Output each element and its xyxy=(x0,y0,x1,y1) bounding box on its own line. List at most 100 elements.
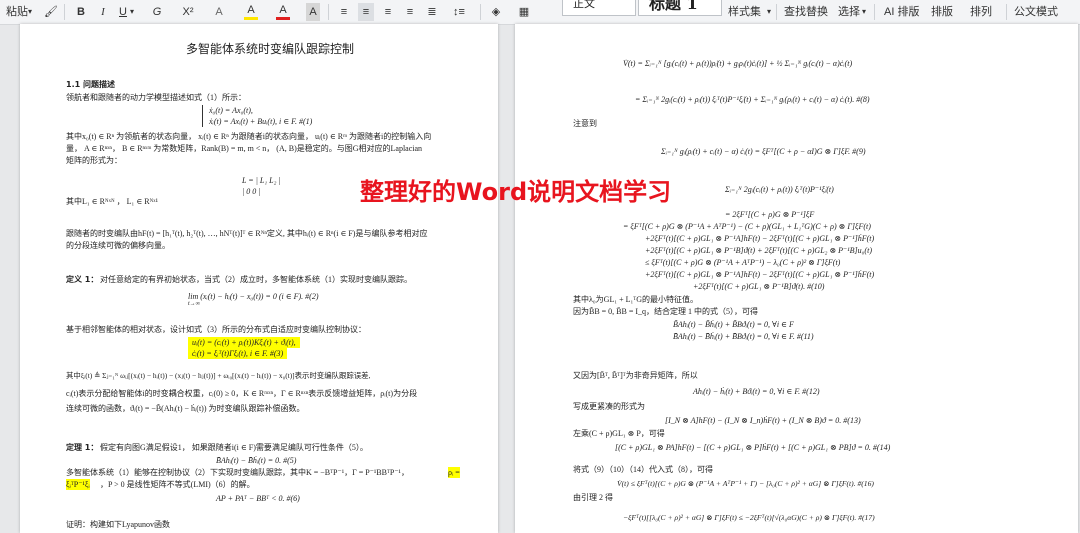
separator xyxy=(874,4,875,20)
chevron-down-icon[interactable]: ▾ xyxy=(862,3,866,21)
equation-6: AP + PAᵀ − BBᵀ < 0. #(6) xyxy=(216,494,300,503)
paragraph: 证明：构建如下Lyapunov函数 xyxy=(66,520,170,529)
equation-11a: B̃Ahᵢ(t) − B̃ḣᵢ(t) + B̃Bϑᵢ(t) = 0, ∀i ∈ … xyxy=(673,320,794,329)
format-painter-icon[interactable]: 🖌 xyxy=(44,3,58,21)
font-color-button[interactable]: A xyxy=(276,3,290,20)
equation-12: Ahᵢ(t) − ḣᵢ(t) + Bϑᵢ(t) = 0, ∀i ∈ F. #(1… xyxy=(693,387,820,396)
strikethrough-button[interactable]: G xyxy=(150,3,164,21)
paragraph: 跟随者的时变编队由hF(t) = [h₁ᵀ(t), h₂ᵀ(t), …, hNᵀ… xyxy=(66,229,428,238)
equation-16: V̇(t) ≤ ξFᵀ(t)[(C + ρ)G ⊗ (P⁻¹A + AᵀP⁻¹ … xyxy=(617,479,874,488)
laplacian-matrix: L = | L₁ L₂ | xyxy=(242,176,281,185)
character-shading-button[interactable]: A xyxy=(306,3,320,21)
text-effect-button[interactable]: A xyxy=(212,3,226,21)
paragraph: cᵢ(t)表示分配给智能体i的时变耦合权重，cᵢ(0) ≥ 0，K ∈ Rᵐˣⁿ… xyxy=(66,389,418,398)
equation-17: −ξFᵀ(t)[[λ₀(C + ρ)² + αG] ⊗ Γ]ξF(t) ≤ −2… xyxy=(623,513,875,522)
document-page-left[interactable]: 多智能体系统时变编队跟踪控制 1.1 问题描述 领航者和跟随者的动力学模型描述如… xyxy=(20,24,498,533)
laplacian-matrix-row2: | 0 0 | xyxy=(242,187,261,196)
paragraph: 因为B̃B = 0, B̄B = I_q，结合定理 1 中的式（5），可得 xyxy=(573,307,759,316)
italic-button[interactable]: I xyxy=(96,3,110,21)
definition-label: 定义 1： xyxy=(66,275,99,284)
paragraph: 的分段连续可微的偏移向量。 xyxy=(66,241,170,250)
paragraph: 写成更紧凑的形式为 xyxy=(573,402,645,411)
paragraph: 由引理 2 得 xyxy=(573,493,613,502)
equation-10b: = 2ξFᵀ[(C + ρ)G ⊗ P⁻¹]ξ̇F xyxy=(725,210,815,219)
select-button[interactable]: 选择 xyxy=(838,3,860,21)
style-normal[interactable]: 正文 xyxy=(562,0,636,16)
paragraph: 又因为[B̄ᵀ, B̃ᵀ]ᵀ为非奇异矩阵，所以 xyxy=(573,371,698,380)
paragraph: 量， A ∈ Rⁿˣⁿ， B ∈ Rⁿˣᵐ 为常数矩阵，Rank(B) = m,… xyxy=(66,144,423,153)
paste-dropdown-icon[interactable]: ▾ xyxy=(28,3,32,21)
layout-button[interactable]: 排版 xyxy=(931,3,953,21)
equation-10c: = ξFᵀ[(C + ρ)G ⊗ (P⁻¹A + AᵀP⁻¹) − (C + ρ… xyxy=(623,222,871,231)
equation-10d: +2ξFᵀ(t)[(C + ρ)GL₁ ⊗ P⁻¹A]hF(t) − 2ξFᵀ(… xyxy=(645,234,875,243)
paragraph: 其中λ₀为GL₁ + L₁ᵀG的最小特征值。 xyxy=(573,295,698,304)
underline-button[interactable]: U xyxy=(116,3,130,21)
chevron-down-icon[interactable]: ▾ xyxy=(767,3,771,21)
equation-5: B̄Ahᵢ(t) − B̄ḣᵢ(t) = 0. #(5) xyxy=(216,456,297,465)
style-set-button[interactable]: 样式集 xyxy=(728,3,761,21)
separator xyxy=(1006,4,1007,20)
paste-button[interactable]: 粘贴 xyxy=(6,3,28,21)
equation-3b: ċᵢ(t) = ξᵢᵀ(t)Γξᵢ(t), i ∈ F. #(3) xyxy=(188,348,288,359)
equation-10f: ≤ ξFᵀ(t)[(C + ρ)G ⊗ (P⁻¹A + AᵀP⁻¹) − λ₀(… xyxy=(645,258,841,267)
equation: V̇(t) = Σᵢ₌₁ᴺ [gᵢ(cᵢ(t) + ρᵢ(t))ρ̇ᵢ(t) +… xyxy=(623,59,853,68)
highlighted-text: ρᵢ = xyxy=(448,467,460,478)
distributed-align-button[interactable]: ≣ xyxy=(424,3,440,21)
document-title: 多智能体系统时变编队跟踪控制 xyxy=(186,42,355,56)
separator xyxy=(64,4,65,20)
equation-3a: uᵢ(t) = (cᵢ(t) + ρᵢ(t))Kξᵢ(t) + ϑᵢ(t), xyxy=(188,337,300,348)
paragraph: 其中ξᵢ(t) ≜ Σⱼ₌₁ᴺ ωᵢⱼ[(xᵢ(t) − hᵢ(t)) − (x… xyxy=(66,371,371,380)
line-spacing-button[interactable]: ↕≡ xyxy=(448,3,470,21)
equation-10h: +2ξFᵀ(t)[(C + ρ)GL₁ ⊗ P⁻¹B]ϑ(t). #(10) xyxy=(693,282,825,291)
formula-mode-button[interactable]: 公文模式 xyxy=(1014,3,1058,21)
highlighted-text: ξᵢᵀP⁻¹ξᵢ xyxy=(66,479,90,490)
equation-2: lim (xᵢ(t) − hᵢ(t) − x₀(t)) = 0 (i ∈ F).… xyxy=(188,292,319,301)
paragraph: 将式（9）（10）（14）代入式（8），可得 xyxy=(573,465,713,474)
highlight-button[interactable]: A xyxy=(244,3,258,20)
theorem-text: 假定有向图G满足假设1， 如果跟随者i(i ∈ F)需要满足编队可行性条件（5）… xyxy=(100,443,368,452)
equation-9: Σᵢ₌₁ᴺ gᵢ(ρᵢ(t) + cᵢ(t) − α) ċᵢ(t) = ξFᵀ[… xyxy=(661,147,866,156)
equation-14: [(C + ρ)GL₁ ⊗ PA]hF(t) − [(C + ρ)GL₁ ⊗ P… xyxy=(615,443,891,452)
separator xyxy=(328,4,329,20)
find-replace-button[interactable]: 查找替换 xyxy=(784,3,828,21)
superscript-button[interactable]: X² xyxy=(178,3,198,21)
arrange-button[interactable]: 排列 xyxy=(970,3,992,21)
document-page-right[interactable]: V̇(t) = Σᵢ₌₁ᴺ [gᵢ(cᵢ(t) + ρᵢ(t))ρ̇ᵢ(t) +… xyxy=(515,24,1078,533)
overlay-caption: 整理好的Word说明文档学习 xyxy=(360,178,672,206)
equation-1b: ẋᵢ(t) = Axᵢ(t) + Buᵢ(t), i ∈ F. #(1) xyxy=(202,116,312,127)
equation-10g: +2ξFᵀ(t)[(C + ρ)GL₁ ⊗ P⁻¹A]hF(t) − 2ξFᵀ(… xyxy=(645,270,875,279)
equation-10e: +2ξFᵀ(t)[(C + ρ)GL₁ ⊗ P⁻¹B]ϑ(t) + 2ξFᵀ(t… xyxy=(645,246,872,255)
justify-button[interactable]: ≡ xyxy=(402,3,418,21)
align-left-button[interactable]: ≡ xyxy=(336,3,352,21)
paragraph: 基于相邻智能体的相对状态，设计如式（3）所示的分布式自适应时变编队控制协议： xyxy=(66,325,366,334)
equation-11b: B̄Ahᵢ(t) − B̄ḣᵢ(t) + B̄Bϑᵢ(t) = 0, ∀i ∈ … xyxy=(673,332,814,341)
equation-10a: Σᵢ₌₁ᴺ 2gᵢ(cᵢ(t) + ρᵢ(t)) ξᵢᵀ(t)P⁻¹ξ̇ᵢ(t) xyxy=(725,185,834,194)
shading-icon[interactable]: ◈ xyxy=(488,3,504,21)
paragraph: 矩阵的形式为： xyxy=(66,156,122,165)
equation-13: [I_N ⊗ A]hF(t) − (I_N ⊗ I_n)ḣF(t) + (I_N… xyxy=(665,416,861,425)
paragraph: 注意到 xyxy=(573,119,597,128)
paragraph: 其中x₀(t) ∈ Rⁿ 为领航者的状态向量， xᵢ(t) ∈ Rⁿ 为跟随者i… xyxy=(66,132,432,141)
ai-layout-button[interactable]: AI 排版 xyxy=(884,3,919,21)
ribbon-toolbar: 粘贴 ▾ 🖌 B I U ▾ G X² A A A A ≡ ≡ ≡ ≡ ≣ ↕≡… xyxy=(0,0,1080,25)
separator xyxy=(776,4,777,20)
style-heading1[interactable]: 标题 1 xyxy=(638,0,722,16)
paragraph: 领航者和跟随者的动力学模型描述如式（1）所示： xyxy=(66,93,246,102)
bold-button[interactable]: B xyxy=(74,3,88,21)
definition-text: 对任意给定的有界初始状态，当式（2）成立时，多智能体系统（1）实现时变编队跟踪。 xyxy=(100,275,412,284)
paragraph: ，P > 0 是线性矩阵不等式(LMI)（6）的解。 xyxy=(100,480,255,489)
align-center-button[interactable]: ≡ xyxy=(358,3,374,21)
equation-2-subscript: t→∞ xyxy=(188,301,200,307)
paragraph: 多智能体系统（1）能够在控制协议（2）下实现时变编队跟踪，其中K = −BᵀP⁻… xyxy=(66,468,409,477)
align-right-button[interactable]: ≡ xyxy=(380,3,396,21)
theorem-label: 定理 1： xyxy=(66,443,99,452)
borders-icon[interactable]: ▦ xyxy=(516,3,532,21)
paragraph: 连续可微的函数，ϑᵢ(t) = −B̃(Ahᵢ(t) − ḣᵢ(t)) 为时变编… xyxy=(66,404,305,413)
paragraph: 其中L₁ ∈ Rᴺˣᴺ ， L₁ ∈ Rᴺˣ¹ xyxy=(66,197,158,206)
separator xyxy=(480,4,481,20)
underline-dropdown-icon[interactable]: ▾ xyxy=(130,3,134,21)
equation-8: = Σᵢ₌₁ᴺ 2gᵢ(cᵢ(t) + ρᵢ(t)) ξᵢᵀ(t)P⁻¹ξ̇ᵢ(… xyxy=(635,95,870,104)
paragraph: 左乘(C + ρ)GL₁ ⊗ P，可得 xyxy=(573,429,665,438)
equation-1a: ẋ₀(t) = Ax₀(t), xyxy=(202,105,253,116)
section-heading: 1.1 问题描述 xyxy=(66,80,115,89)
